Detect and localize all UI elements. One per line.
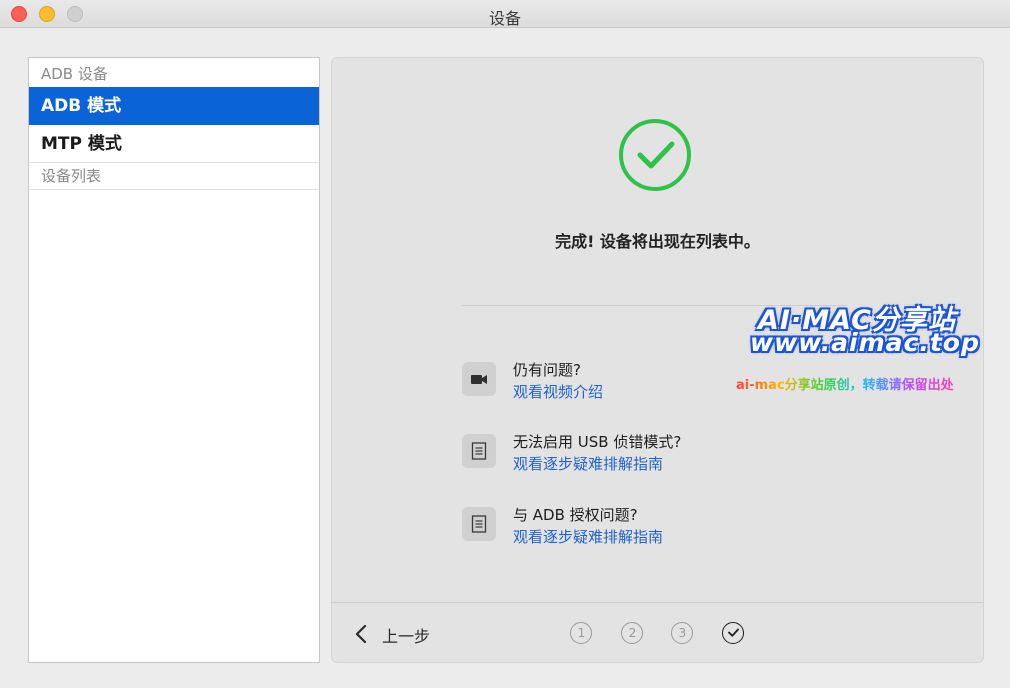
footer-divider (332, 602, 983, 603)
completion-message: 完成! 设备将出现在列表中。 (555, 232, 760, 251)
watermark-url: www.aimac.top (750, 328, 980, 357)
step-2: 2 (621, 622, 643, 644)
sidebar-header: ADB 设备 (41, 65, 108, 83)
step-complete-check-icon (722, 622, 744, 644)
video-camera-icon (462, 362, 496, 396)
sidebar: ADB 设备 ADB 模式 MTP 模式 设备列表 (28, 57, 320, 663)
help-item-usb-debugging: 无法启用 USB 侦错模式? 观看逐步疑难排解指南 (462, 431, 842, 475)
sidebar-section-device-list[interactable]: 设备列表 (29, 163, 319, 190)
sidebar-item-label: ADB 模式 (41, 96, 122, 116)
help-question: 无法启用 USB 侦错模式? (513, 433, 682, 451)
help-question: 仍有问题? (513, 361, 581, 379)
sidebar-item-label: MTP 模式 (41, 134, 122, 154)
sidebar-item-adb-mode[interactable]: ADB 模式 (29, 87, 319, 125)
document-icon (462, 507, 496, 541)
back-button-label: 上一步 (382, 627, 431, 646)
sidebar-item-mtp-mode[interactable]: MTP 模式 (29, 125, 319, 163)
document-icon (462, 434, 496, 468)
svg-text:3: 3 (678, 626, 686, 640)
title-bar: 设备 (0, 0, 1010, 28)
troubleshooting-guide-link[interactable]: 观看逐步疑难排解指南 (513, 453, 663, 474)
watermark-notice: ai-mac分享站原创，转载请保留出处 (736, 374, 954, 393)
troubleshooting-guide-link[interactable]: 观看逐步疑难排解指南 (513, 526, 663, 547)
help-question: 与 ADB 授权问题? (513, 506, 638, 524)
chevron-left-icon (355, 624, 367, 644)
step-3: 3 (671, 622, 693, 644)
step-1: 1 (570, 622, 592, 644)
svg-text:1: 1 (577, 626, 585, 640)
main-panel: 完成! 设备将出现在列表中。 仍有问题? 观看视频介绍 无法启用 USB 侦错模… (331, 57, 984, 663)
svg-text:2: 2 (628, 626, 636, 640)
success-check-icon (619, 119, 691, 191)
help-item-adb-authorization: 与 ADB 授权问题? 观看逐步疑难排解指南 (462, 504, 842, 548)
window-title: 设备 (488, 9, 521, 28)
watch-video-link[interactable]: 观看视频介绍 (513, 381, 603, 402)
